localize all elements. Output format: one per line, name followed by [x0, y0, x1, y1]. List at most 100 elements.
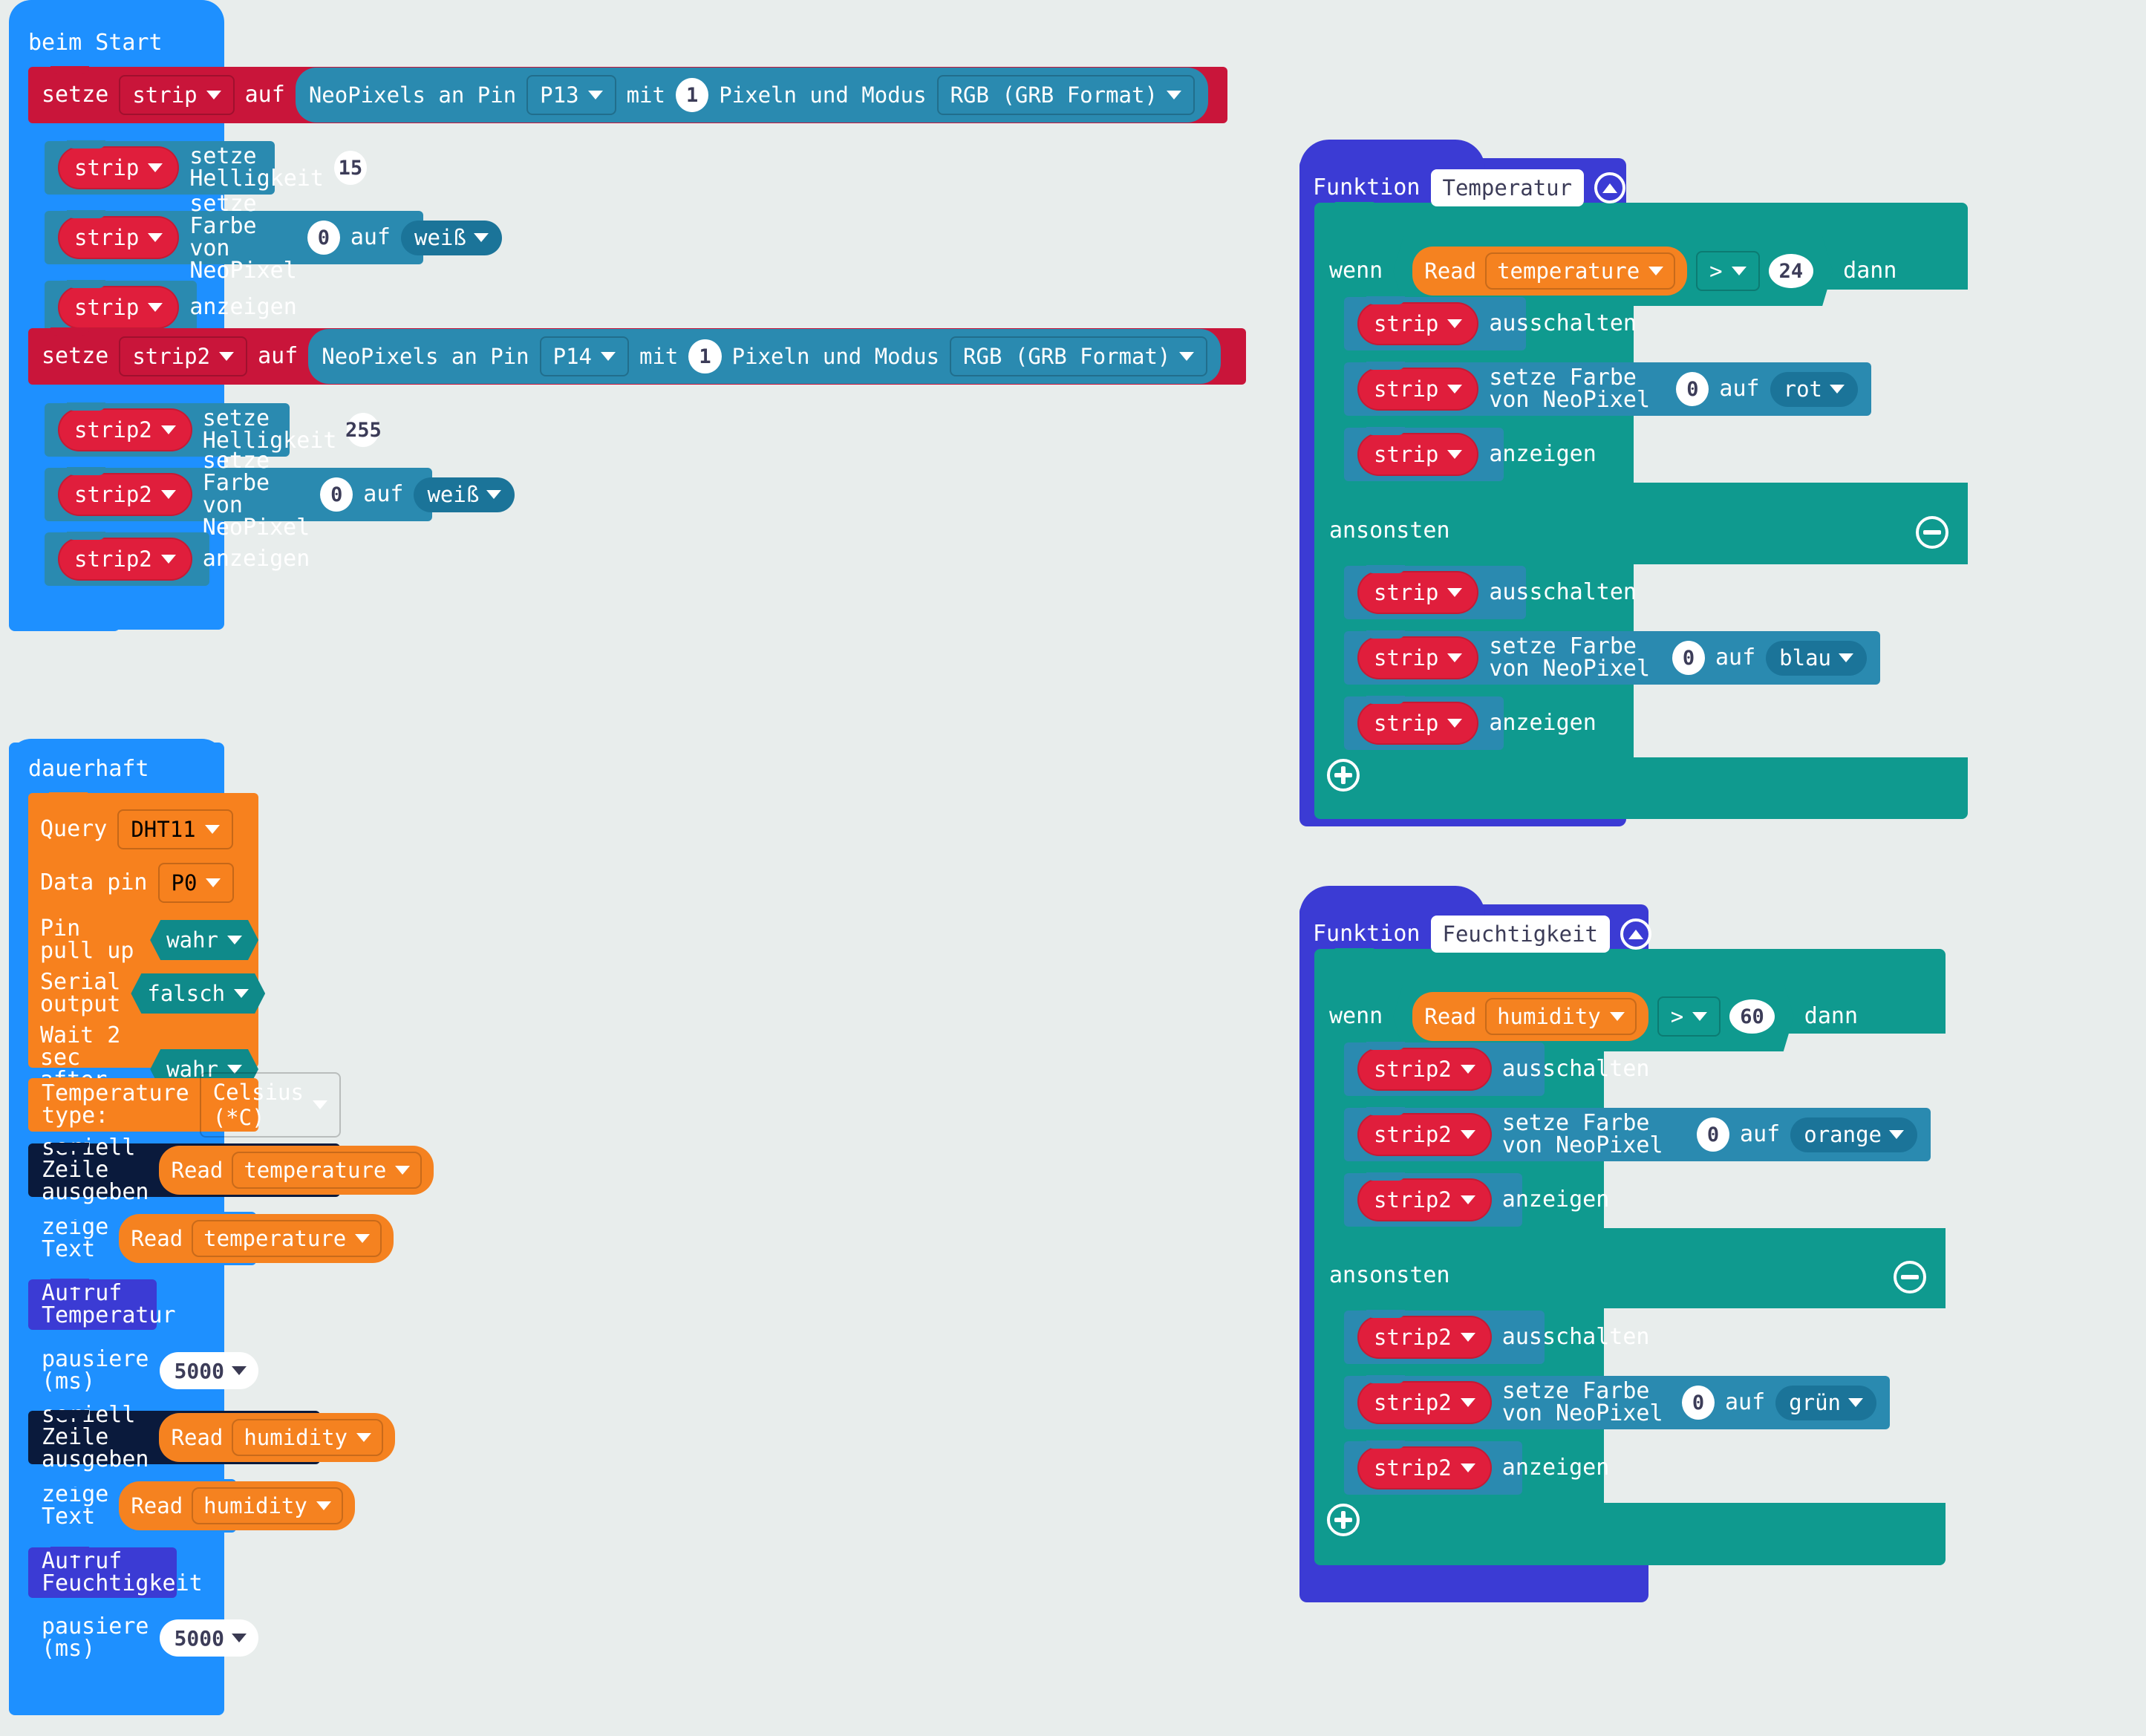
pixel-index-input[interactable]: 0: [1672, 641, 1705, 675]
function-name-field[interactable]: Feuchtigkeit: [1430, 916, 1611, 953]
color-dropdown[interactable]: blau: [1766, 640, 1867, 676]
dht-datapin-dropdown[interactable]: P0: [157, 863, 235, 903]
read-reporter[interactable]: Read humidity: [159, 1413, 396, 1462]
set-pixel-color-strip-statement[interactable]: strip setze Farbe von NeoPixel 0 auf wei…: [45, 193, 502, 282]
pixel-index-input[interactable]: 0: [1676, 372, 1709, 406]
pause-statement-2[interactable]: pausiere (ms) 5000: [28, 1612, 258, 1663]
color-dropdown[interactable]: weiß: [401, 220, 502, 255]
variable-pill-strip2[interactable]: strip2: [1357, 1113, 1492, 1156]
color-dropdown[interactable]: weiß: [414, 477, 515, 512]
chevron-up-circle-icon[interactable]: [1594, 172, 1626, 203]
variable-pill-strip2[interactable]: strip2: [58, 408, 192, 451]
minus-circle-icon[interactable]: [1916, 516, 1948, 549]
call-feuchtigkeit-statement[interactable]: Aufruf Feuchtigkeit: [28, 1547, 203, 1598]
read-value-dropdown[interactable]: temperature: [1485, 252, 1675, 290]
color-dropdown[interactable]: grün: [1775, 1385, 1876, 1420]
strip-show-statement[interactable]: strip anzeigen: [1344, 427, 1597, 481]
strip-set-color-red-statement[interactable]: strip setze Farbe von NeoPixel 0 auf rot: [1344, 362, 1871, 416]
variable-dropdown-strip[interactable]: strip: [119, 75, 235, 115]
compare-value-input[interactable]: 24: [1769, 254, 1814, 288]
read-reporter[interactable]: Read temperature: [159, 1146, 434, 1195]
dht-pullup-boolean[interactable]: wahr: [150, 920, 258, 960]
pin-dropdown[interactable]: P13: [526, 75, 616, 115]
pixel-index-input[interactable]: 0: [320, 477, 353, 512]
read-reporter[interactable]: Read humidity: [1412, 992, 1648, 1041]
operator-dropdown[interactable]: >: [1657, 996, 1721, 1037]
dht-sensor-dropdown[interactable]: DHT11: [117, 809, 233, 849]
pixel-count-input[interactable]: 1: [675, 78, 709, 112]
strip2-show-statement-else[interactable]: strip2 anzeigen: [1344, 1440, 1609, 1495]
set-strip-statement[interactable]: setze strip auf NeoPixels an Pin P13 mit…: [28, 66, 1227, 123]
variable-pill-strip2[interactable]: strip2: [1357, 1316, 1492, 1359]
pause-value-dropdown[interactable]: 5000: [159, 1619, 258, 1657]
variable-pill-strip2[interactable]: strip2: [1357, 1446, 1492, 1489]
variable-pill-strip[interactable]: strip: [1357, 368, 1479, 411]
variable-pill-strip2[interactable]: strip2: [1357, 1381, 1492, 1424]
strip-off-statement-else[interactable]: strip ausschalten: [1344, 565, 1637, 619]
read-value-dropdown[interactable]: humidity: [192, 1487, 343, 1524]
comparison-condition[interactable]: Read temperature > 24: [1393, 236, 1833, 306]
plus-circle-icon[interactable]: [1327, 1504, 1360, 1536]
read-value-dropdown[interactable]: humidity: [232, 1419, 384, 1456]
function-name-field[interactable]: Temperatur: [1430, 169, 1585, 206]
temperature-type-dropdown[interactable]: Celsius (*C): [199, 1072, 341, 1138]
pixel-index-input[interactable]: 0: [1697, 1117, 1730, 1152]
dht-serial-output-boolean[interactable]: falsch: [131, 973, 265, 1014]
read-value-dropdown[interactable]: humidity: [1485, 998, 1637, 1035]
pixel-index-input[interactable]: 0: [307, 221, 340, 255]
strip2-off-statement[interactable]: strip2 ausschalten: [1344, 1042, 1649, 1096]
dht-temperature-type-statement[interactable]: Temperature type: Celsius (*C): [28, 1072, 341, 1138]
variable-pill-strip2[interactable]: strip2: [1357, 1178, 1492, 1221]
set-strip2-statement[interactable]: setze strip2 auf NeoPixels an Pin P14 mi…: [28, 327, 1246, 385]
strip-show-statement-else[interactable]: strip anzeigen: [1344, 696, 1597, 750]
read-reporter[interactable]: Read humidity: [119, 1481, 355, 1530]
read-value-dropdown[interactable]: temperature: [232, 1152, 423, 1189]
strip-set-color-blue-statement[interactable]: strip setze Farbe von NeoPixel 0 auf bla…: [1344, 630, 1880, 685]
strip-off-statement[interactable]: strip ausschalten: [1344, 296, 1637, 350]
pause-statement-1[interactable]: pausiere (ms) 5000: [28, 1345, 258, 1396]
show-strip-statement[interactable]: strip anzeigen: [45, 280, 297, 334]
brightness-value-input[interactable]: 15: [333, 151, 367, 185]
color-dropdown[interactable]: orange: [1790, 1117, 1917, 1152]
variable-pill-strip[interactable]: strip: [1357, 636, 1479, 679]
strip2-set-color-orange-statement[interactable]: strip2 setze Farbe von NeoPixel 0 auf or…: [1344, 1107, 1931, 1161]
serial-writeline-humidity-statement[interactable]: seriell Zeile ausgeben Read humidity: [28, 1404, 396, 1471]
variable-pill-strip[interactable]: strip: [58, 146, 180, 189]
neopixel-create-reporter[interactable]: NeoPixels an Pin P13 mit 1 Pixeln und Mo…: [295, 68, 1208, 123]
dht-query-block[interactable]: Query DHT11 Data pin P0 Pin pull up wahr: [28, 792, 258, 1114]
pixel-count-input[interactable]: 1: [688, 339, 722, 373]
compare-value-input[interactable]: 60: [1729, 999, 1775, 1034]
serial-writeline-temperature-statement[interactable]: seriell Zeile ausgeben Read temperature: [28, 1137, 434, 1204]
variable-pill-strip[interactable]: strip: [1357, 302, 1479, 345]
comparison-condition[interactable]: Read humidity > 60: [1393, 982, 1794, 1051]
show-string-temperature-statement[interactable]: zeige Text Read temperature: [28, 1211, 394, 1265]
read-value-dropdown[interactable]: temperature: [192, 1220, 382, 1257]
chevron-up-circle-icon[interactable]: [1620, 918, 1652, 950]
variable-pill-strip[interactable]: strip: [1357, 571, 1479, 614]
neopixel-create-reporter[interactable]: NeoPixels an Pin P14 mit 1 Pixeln und Mo…: [308, 329, 1222, 384]
show-string-humidity-statement[interactable]: zeige Text Read humidity: [28, 1478, 355, 1533]
mode-dropdown[interactable]: RGB (GRB Format): [936, 75, 1195, 115]
color-dropdown[interactable]: rot: [1770, 371, 1858, 407]
pause-value-dropdown[interactable]: 5000: [159, 1352, 258, 1389]
set-pixel-color-strip2-statement[interactable]: strip2 setze Farbe von NeoPixel 0 auf we…: [45, 450, 515, 539]
variable-pill-strip[interactable]: strip: [58, 216, 180, 259]
pixel-index-input[interactable]: 0: [1681, 1386, 1715, 1420]
variable-pill-strip2[interactable]: strip2: [1357, 1048, 1492, 1091]
read-reporter[interactable]: Read temperature: [1412, 247, 1687, 296]
variable-pill-strip[interactable]: strip: [58, 286, 180, 329]
plus-circle-icon[interactable]: [1327, 759, 1360, 792]
pin-dropdown[interactable]: P14: [539, 336, 630, 376]
show-strip2-statement[interactable]: strip2 anzeigen: [45, 532, 310, 586]
set-brightness-strip-statement[interactable]: strip setze Helligkeit 15: [45, 140, 367, 195]
variable-dropdown-strip2[interactable]: strip2: [119, 336, 248, 376]
call-temperatur-statement[interactable]: Aufruf Temperatur: [28, 1279, 176, 1330]
variable-pill-strip[interactable]: strip: [1357, 433, 1479, 476]
strip2-off-statement-else[interactable]: strip2 ausschalten: [1344, 1310, 1649, 1364]
variable-pill-strip2[interactable]: strip2: [58, 538, 192, 581]
mode-dropdown[interactable]: RGB (GRB Format): [950, 336, 1208, 376]
operator-dropdown[interactable]: >: [1696, 251, 1759, 291]
minus-circle-icon[interactable]: [1894, 1261, 1926, 1293]
strip2-set-color-green-statement[interactable]: strip2 setze Farbe von NeoPixel 0 auf gr…: [1344, 1375, 1890, 1429]
variable-pill-strip2[interactable]: strip2: [58, 473, 192, 516]
